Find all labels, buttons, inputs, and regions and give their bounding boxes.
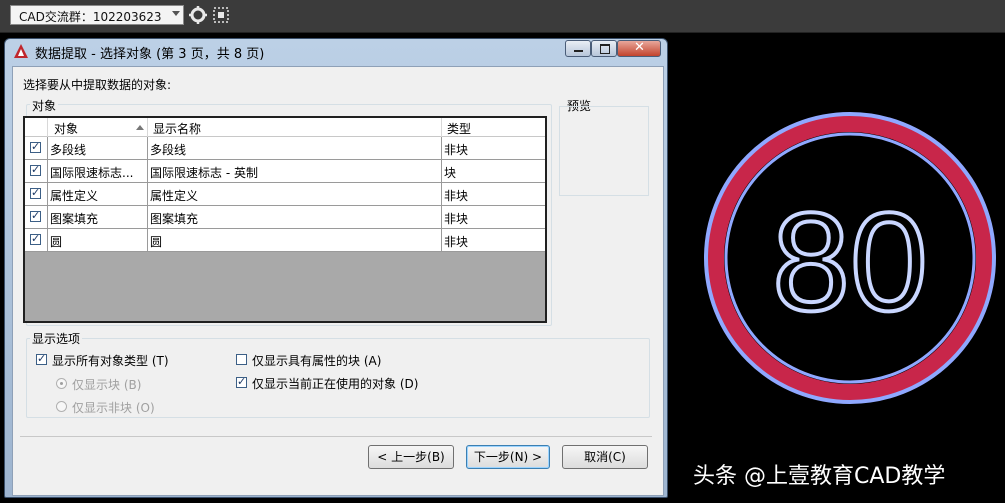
cell-object: 属性定义 <box>50 189 99 203</box>
non-blocks-only-label[interactable]: 仅显示非块 (O) <box>72 399 155 416</box>
maximize-icon <box>600 44 610 54</box>
row-checkbox[interactable] <box>30 163 41 176</box>
cell-type: 非块 <box>444 143 469 157</box>
row-checkbox[interactable] <box>30 232 41 245</box>
column-header-type[interactable]: 类型 <box>447 120 471 137</box>
top-toolbar: CAD交流群：102203623 <box>0 0 1005 33</box>
col-separator <box>147 118 148 137</box>
cell-display-name: 属性定义 <box>150 189 199 203</box>
cell-separator <box>47 229 48 251</box>
gear-icon[interactable] <box>188 5 208 25</box>
instruction-text: 选择要从中提取数据的对象: <box>23 78 172 92</box>
cell-type: 非块 <box>444 235 469 249</box>
display-options-label: 显示选项 <box>30 330 83 347</box>
close-button[interactable]: ✕ <box>617 40 661 57</box>
cell-display-name: 圆 <box>150 235 163 249</box>
dialog-titlebar[interactable]: 数据提取 - 选择对象 (第 3 页，共 8 页) ✕ <box>5 39 667 63</box>
cell-type: 块 <box>444 166 457 180</box>
minimize-button[interactable] <box>565 40 591 57</box>
close-icon: ✕ <box>634 40 645 55</box>
cell-separator <box>147 206 148 228</box>
watermark-text: 头条 @上壹教育CAD教学 <box>693 464 946 489</box>
cell-object: 图案填充 <box>50 212 99 226</box>
dialog-title: 数据提取 - 选择对象 (第 3 页，共 8 页) <box>35 47 265 62</box>
button-separator <box>20 436 652 437</box>
row-checkbox[interactable] <box>30 140 41 153</box>
minimize-icon <box>574 50 583 52</box>
col-separator <box>441 118 442 137</box>
cell-separator <box>147 229 148 251</box>
sort-ascending-icon <box>136 125 144 130</box>
speed-limit-sign: 80 <box>704 112 996 404</box>
row-checkbox[interactable] <box>30 186 41 199</box>
cell-separator <box>147 160 148 182</box>
cell-separator <box>147 137 148 159</box>
cell-separator <box>441 229 442 251</box>
table-row[interactable]: 国际限速标志... 国际限速标志 - 英制 块 <box>25 160 545 183</box>
preview-panel <box>559 106 649 196</box>
table-row[interactable]: 属性定义 属性定义 非块 <box>25 183 545 206</box>
cell-separator <box>47 160 48 182</box>
blocks-only-label[interactable]: 仅显示块 (B) <box>72 376 141 393</box>
table-header: 对象 显示名称 类型 <box>25 118 545 137</box>
objects-table: 对象 显示名称 类型 多段线 多段线 非块 国际限速标志... 国际限速标志 -… <box>23 116 547 323</box>
cell-display-name: 图案填充 <box>150 212 199 226</box>
row-checkbox[interactable] <box>30 209 41 222</box>
table-row[interactable]: 图案填充 图案填充 非块 <box>25 206 545 229</box>
cell-display-name: 多段线 <box>150 143 187 157</box>
sign-number: 80 <box>772 183 928 340</box>
cell-separator <box>441 206 442 228</box>
cell-object: 国际限速标志... <box>50 166 134 180</box>
chevron-down-icon[interactable] <box>172 11 180 16</box>
non-blocks-only-radio[interactable] <box>56 401 67 412</box>
cell-separator <box>47 183 48 205</box>
show-all-types-checkbox[interactable] <box>36 352 47 365</box>
group-combo[interactable]: CAD交流群：102203623 <box>10 5 184 25</box>
group-combo-value: CAD交流群：102203623 <box>19 10 162 24</box>
attr-blocks-only-checkbox[interactable] <box>236 354 247 365</box>
select-frame-icon[interactable] <box>211 5 231 25</box>
cell-separator <box>47 206 48 228</box>
in-use-only-label[interactable]: 仅显示当前正在使用的对象 (D) <box>252 375 418 392</box>
table-row[interactable]: 圆 圆 非块 <box>25 229 545 252</box>
cell-object: 圆 <box>50 235 63 249</box>
show-all-types-label[interactable]: 显示所有对象类型 (T) <box>52 352 169 369</box>
next-button[interactable]: 下一步(N) > <box>466 445 550 469</box>
col-separator <box>47 118 48 137</box>
cell-separator <box>441 183 442 205</box>
column-header-display-name[interactable]: 显示名称 <box>153 120 201 137</box>
column-header-object[interactable]: 对象 <box>54 120 78 137</box>
back-button[interactable]: < 上一步(B) <box>368 445 454 469</box>
table-row[interactable]: 多段线 多段线 非块 <box>25 137 545 160</box>
cell-separator <box>441 160 442 182</box>
cell-display-name: 国际限速标志 - 英制 <box>150 166 258 180</box>
cell-separator <box>147 183 148 205</box>
cancel-button[interactable]: 取消(C) <box>562 445 648 469</box>
cell-type: 非块 <box>444 189 469 203</box>
objects-group-label: 对象 <box>30 97 59 114</box>
blocks-only-radio[interactable] <box>56 378 67 389</box>
in-use-only-checkbox[interactable] <box>236 375 247 388</box>
cell-separator <box>441 137 442 159</box>
cell-separator <box>47 137 48 159</box>
cell-type: 非块 <box>444 212 469 226</box>
maximize-button[interactable] <box>591 40 617 57</box>
attr-blocks-only-label[interactable]: 仅显示具有属性的块 (A) <box>252 352 381 369</box>
cell-object: 多段线 <box>50 143 87 157</box>
autocad-logo-icon <box>14 44 28 58</box>
